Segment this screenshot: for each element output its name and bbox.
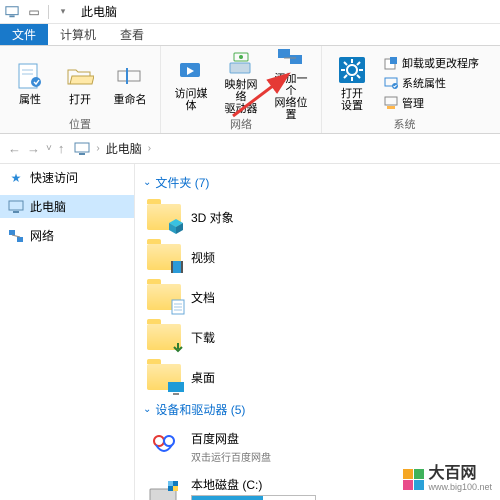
tab-view[interactable]: 查看 [108,24,156,45]
pc-icon [74,141,90,157]
system-props-icon [384,76,398,90]
section-drives-header[interactable]: ⌄ 设备和驱动器 (5) [143,401,492,418]
nav-up-button[interactable]: ↑ [58,141,65,156]
pc-icon [8,199,24,215]
rename-icon [114,60,146,92]
ribbon-group-system: 打开 设置 卸载或更改程序 系统属性 管理 系统 [322,46,487,133]
window-title: 此电脑 [81,3,117,20]
folder-downloads[interactable]: 下载 [143,317,318,357]
open-button[interactable]: 打开 [56,50,104,116]
drive-usage-bar [191,495,316,500]
nav-history-dropdown[interactable]: ˅ [46,143,52,154]
properties-button[interactable]: 属性 [6,50,54,116]
sidebar-item-this-pc[interactable]: 此电脑 [0,195,134,218]
star-icon: ★ [8,170,24,186]
system-properties-button[interactable]: 系统属性 [382,74,481,92]
manage-button[interactable]: 管理 [382,94,481,112]
pc-icon [4,4,20,20]
folder-icon [145,201,183,233]
open-settings-button[interactable]: 打开 设置 [328,50,376,116]
folder-videos[interactable]: 视频 [143,237,318,277]
properties-icon [14,60,46,92]
group-label-location: 位置 [6,116,154,134]
divider [48,5,49,19]
manage-icon [384,96,398,110]
folder-icon [145,241,183,273]
chevron-right-icon[interactable]: › [148,143,151,154]
settings-gear-icon [336,54,368,86]
chevron-down-icon: ⌄ [143,177,151,188]
tab-computer[interactable]: 计算机 [48,24,108,45]
open-folder-icon [64,60,96,92]
ribbon: 属性 打开 重命名 位置 访问媒体 映射网络 驱动器 [0,46,500,134]
ribbon-group-network: 访问媒体 映射网络 驱动器 添加一个 网络位置 网络 [161,46,322,133]
drive-c[interactable]: 本地磁盘 (C:) 55.0 GB 可用， [143,470,318,500]
folder-desktop[interactable]: 桌面 [143,357,318,397]
folder-icon [145,281,183,313]
watermark: 大百网 www.big100.net [403,466,492,492]
watermark-text: 大百网 [428,466,492,482]
chevron-right-icon[interactable]: › [96,143,99,154]
network-icon [8,228,24,244]
titlebar: ▭ ▾ 此电脑 [0,0,500,24]
content-pane: ⌄ 文件夹 (7) 3D 对象 视频 文档 下载 桌面 [135,164,500,500]
navbar: ← → ˅ ↑ › 此电脑 › [0,134,500,164]
address-bar[interactable]: › 此电脑 › [70,138,492,159]
tab-file[interactable]: 文件 [0,24,48,45]
folder-icon [145,321,183,353]
baidu-icon [145,430,183,462]
folder-icon [145,361,183,393]
uninstall-icon [384,56,398,70]
sidebar-item-quick-access[interactable]: ★ 快速访问 [0,166,134,189]
ribbon-tabs: 文件 计算机 查看 [0,24,500,46]
qat-dropdown-icon[interactable]: ▾ [55,4,71,20]
media-icon [175,54,207,86]
qat-checkbox-icon[interactable]: ▭ [26,4,42,20]
body: ★ 快速访问 此电脑 网络 ⌄ 文件夹 (7) 3D 对象 视频 [0,164,500,500]
nav-back-button[interactable]: ← [8,141,21,156]
folders-grid: 3D 对象 视频 文档 下载 桌面 [143,197,492,397]
group-label-system: 系统 [328,116,481,134]
folder-documents[interactable]: 文档 [143,277,318,317]
rename-button[interactable]: 重命名 [106,50,154,116]
breadcrumb-root[interactable]: 此电脑 [106,140,142,157]
group-label-network: 网络 [167,116,315,134]
sidebar-item-network[interactable]: 网络 [0,224,134,247]
nav-forward-button[interactable]: → [27,141,40,156]
watermark-logo-icon [403,469,424,490]
access-media-button[interactable]: 访问媒体 [167,50,215,116]
section-folders-header[interactable]: ⌄ 文件夹 (7) [143,174,492,191]
drive-icon [145,476,183,500]
watermark-url: www.big100.net [428,482,492,492]
uninstall-programs-button[interactable]: 卸载或更改程序 [382,54,481,72]
chevron-down-icon: ⌄ [143,404,151,415]
add-network-location-button[interactable]: 添加一个 网络位置 [267,50,315,116]
folder-3d-objects[interactable]: 3D 对象 [143,197,318,237]
map-drive-button[interactable]: 映射网络 驱动器 [217,50,265,116]
drive-baidu[interactable]: 百度网盘 双击运行百度网盘 [143,424,318,470]
map-drive-icon [225,51,257,77]
network-location-icon [275,45,307,71]
nav-sidebar: ★ 快速访问 此电脑 网络 [0,164,135,500]
ribbon-group-location: 属性 打开 重命名 位置 [0,46,161,133]
